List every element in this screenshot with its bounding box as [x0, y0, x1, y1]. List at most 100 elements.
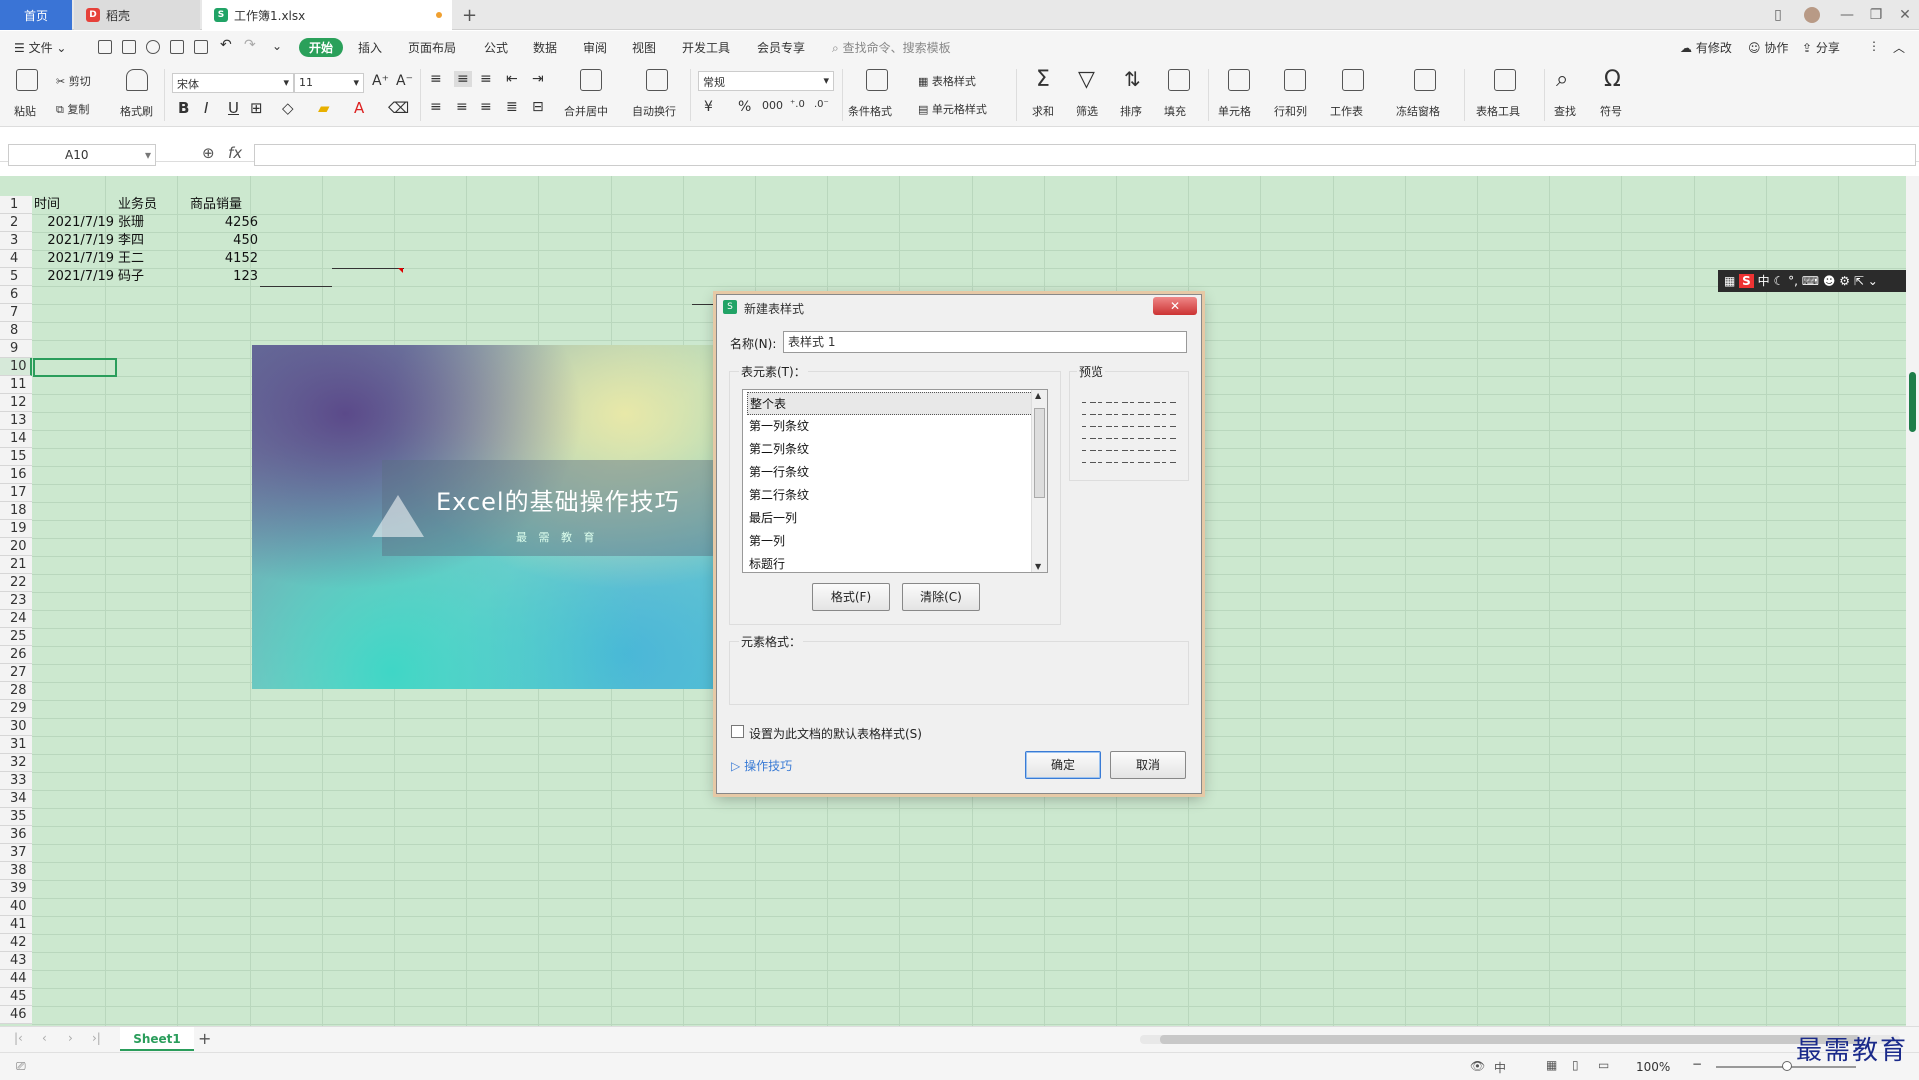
print-icon[interactable]: [170, 40, 184, 54]
redo-icon[interactable]: ↷: [244, 37, 256, 53]
list-item[interactable]: 第二行条纹: [747, 484, 1037, 507]
dialog-close-button[interactable]: ✕: [1153, 297, 1197, 315]
banner-image[interactable]: Excel的基础操作技巧 最 需 教 育: [252, 345, 718, 689]
increase-decimal-icon[interactable]: ⁺.0: [790, 99, 805, 110]
tab-workbook[interactable]: S 工作簿1.xlsx: [202, 0, 452, 30]
merge-center-button[interactable]: 合并居中: [564, 103, 608, 119]
font-size-select[interactable]: 11 ▾: [294, 73, 364, 93]
header-cell-sales[interactable]: 商品销量: [190, 196, 260, 214]
font-color-icon[interactable]: A: [354, 99, 364, 117]
cell-name[interactable]: 码子: [118, 268, 188, 286]
ok-button[interactable]: 确定: [1025, 751, 1101, 779]
scroll-up-icon[interactable]: ▲: [1035, 391, 1041, 400]
symbol-icon[interactable]: Ω: [1604, 67, 1621, 92]
list-item[interactable]: 第一列: [747, 530, 1037, 553]
find-button[interactable]: 查找: [1554, 103, 1576, 119]
last-sheet-icon[interactable]: ›|: [92, 1031, 101, 1045]
menu-start[interactable]: 开始: [299, 38, 344, 57]
fill-button[interactable]: 填充: [1164, 103, 1186, 119]
minimize-button[interactable]: —: [1835, 4, 1859, 26]
more-chevron-icon[interactable]: ⌄: [272, 39, 282, 53]
conditional-format-button[interactable]: 条件格式: [848, 103, 892, 119]
table-tools-button[interactable]: 表格工具: [1476, 103, 1520, 119]
tab-docer[interactable]: D 稻壳: [74, 0, 200, 30]
cell-date[interactable]: 2021/7/19: [34, 232, 114, 250]
close-window-button[interactable]: ✕: [1893, 4, 1917, 26]
paste-button[interactable]: 粘贴: [14, 103, 36, 119]
collapse-ribbon-icon[interactable]: ︿: [1893, 39, 1905, 56]
collaborate-button[interactable]: ☺ 协作: [1748, 39, 1788, 56]
avatar[interactable]: [1800, 4, 1824, 26]
horizontal-scrollbar[interactable]: [1140, 1035, 1900, 1044]
increase-font-icon[interactable]: A⁺: [372, 73, 389, 89]
cell-date[interactable]: 2021/7/19: [34, 214, 114, 232]
add-sheet-button[interactable]: +: [198, 1029, 211, 1048]
elements-listbox[interactable]: 整个表 第一列条纹 第二列条纹 第一行条纹 第二行条纹 最后一列 第一列 标题行…: [742, 389, 1048, 573]
cell-date[interactable]: 2021/7/19: [34, 268, 114, 286]
clear-button[interactable]: 清除(C): [902, 583, 980, 611]
cell-fill-icon[interactable]: ◇: [282, 99, 294, 117]
align-right-icon[interactable]: ≡: [480, 99, 492, 115]
sheet-tab-sheet1[interactable]: Sheet1: [120, 1027, 194, 1051]
first-sheet-icon[interactable]: |‹: [14, 1031, 23, 1045]
italic-icon[interactable]: I: [204, 99, 208, 117]
normal-view-icon[interactable]: ▦: [1546, 1058, 1557, 1072]
worksheet-button[interactable]: 工作表: [1330, 103, 1363, 119]
page-break-view-icon[interactable]: ▭: [1598, 1058, 1609, 1072]
menu-insert[interactable]: 插入: [358, 39, 382, 56]
thousands-icon[interactable]: 000: [762, 99, 783, 112]
sum-button[interactable]: 求和: [1032, 103, 1054, 119]
h-scroll-thumb[interactable]: [1160, 1035, 1860, 1044]
table-tools-icon[interactable]: [1494, 69, 1516, 91]
worksheet-icon[interactable]: [1342, 69, 1364, 91]
cut-button[interactable]: ✂ 剪切: [56, 73, 91, 89]
paste-icon[interactable]: [16, 69, 38, 91]
border-icon[interactable]: ⊞: [250, 99, 263, 117]
prev-sheet-icon[interactable]: ‹: [42, 1031, 47, 1045]
listbox-scroll-thumb[interactable]: [1034, 408, 1045, 498]
font-family-select[interactable]: 宋体 ▾: [172, 73, 294, 93]
table-style-button[interactable]: ▦ 表格样式: [918, 73, 976, 89]
macro-icon[interactable]: ⎚: [16, 1059, 26, 1074]
format-painter-icon[interactable]: [126, 69, 148, 91]
selected-cell[interactable]: [33, 358, 117, 377]
number-format-select[interactable]: 常规 ▾: [698, 71, 834, 91]
row-col-icon[interactable]: [1284, 69, 1306, 91]
tips-link[interactable]: ▷ 操作技巧: [731, 757, 792, 774]
eye-protection-icon[interactable]: 👁: [1470, 1059, 1485, 1073]
cell-sales[interactable]: 4152: [190, 250, 258, 268]
sort-button[interactable]: 排序: [1120, 103, 1142, 119]
more-options-icon[interactable]: ⋮: [1868, 39, 1880, 53]
scroll-thumb[interactable]: [1909, 372, 1916, 432]
cell-name[interactable]: 张珊: [118, 214, 188, 232]
input-mode[interactable]: 中: [1494, 1059, 1506, 1076]
conditional-format-icon[interactable]: [866, 69, 888, 91]
cancel-button[interactable]: 取消: [1110, 751, 1186, 779]
listbox-scrollbar[interactable]: ▲ ▼: [1031, 390, 1047, 572]
save-icon[interactable]: [122, 40, 136, 54]
align-left-icon[interactable]: ≡: [430, 99, 442, 115]
menu-view[interactable]: 视图: [632, 39, 656, 56]
command-search[interactable]: ⌕ 查找命令、搜索模板: [832, 39, 951, 56]
undo-icon[interactable]: ↶: [220, 37, 232, 53]
fill-icon[interactable]: [1168, 69, 1190, 91]
scroll-down-icon[interactable]: ▼: [1035, 562, 1041, 571]
menu-member[interactable]: 会员专享: [757, 39, 805, 56]
currency-icon[interactable]: ¥: [704, 99, 713, 115]
list-item[interactable]: 标题行: [747, 553, 1037, 572]
page-layout-view-icon[interactable]: ▯: [1572, 1058, 1579, 1072]
cell-sales[interactable]: 123: [190, 268, 258, 286]
freeze-panes-button[interactable]: 冻结窗格: [1396, 103, 1440, 119]
zoom-formula-icon[interactable]: ⊕: [202, 144, 215, 162]
cell-name[interactable]: 王二: [118, 250, 188, 268]
name-input[interactable]: 表样式 1: [783, 331, 1187, 353]
find-icon[interactable]: ⌕: [1556, 67, 1568, 92]
list-item-whole-table[interactable]: 整个表: [747, 392, 1037, 415]
list-item[interactable]: 第一行条纹: [747, 461, 1037, 484]
menu-page-layout[interactable]: 页面布局: [408, 39, 456, 56]
align-center-icon[interactable]: ≡: [456, 99, 468, 115]
ime-language[interactable]: 中: [1758, 274, 1770, 288]
underline-icon[interactable]: U: [228, 99, 239, 117]
freeze-icon[interactable]: [1414, 69, 1436, 91]
sort-icon[interactable]: ⇅: [1124, 67, 1141, 91]
